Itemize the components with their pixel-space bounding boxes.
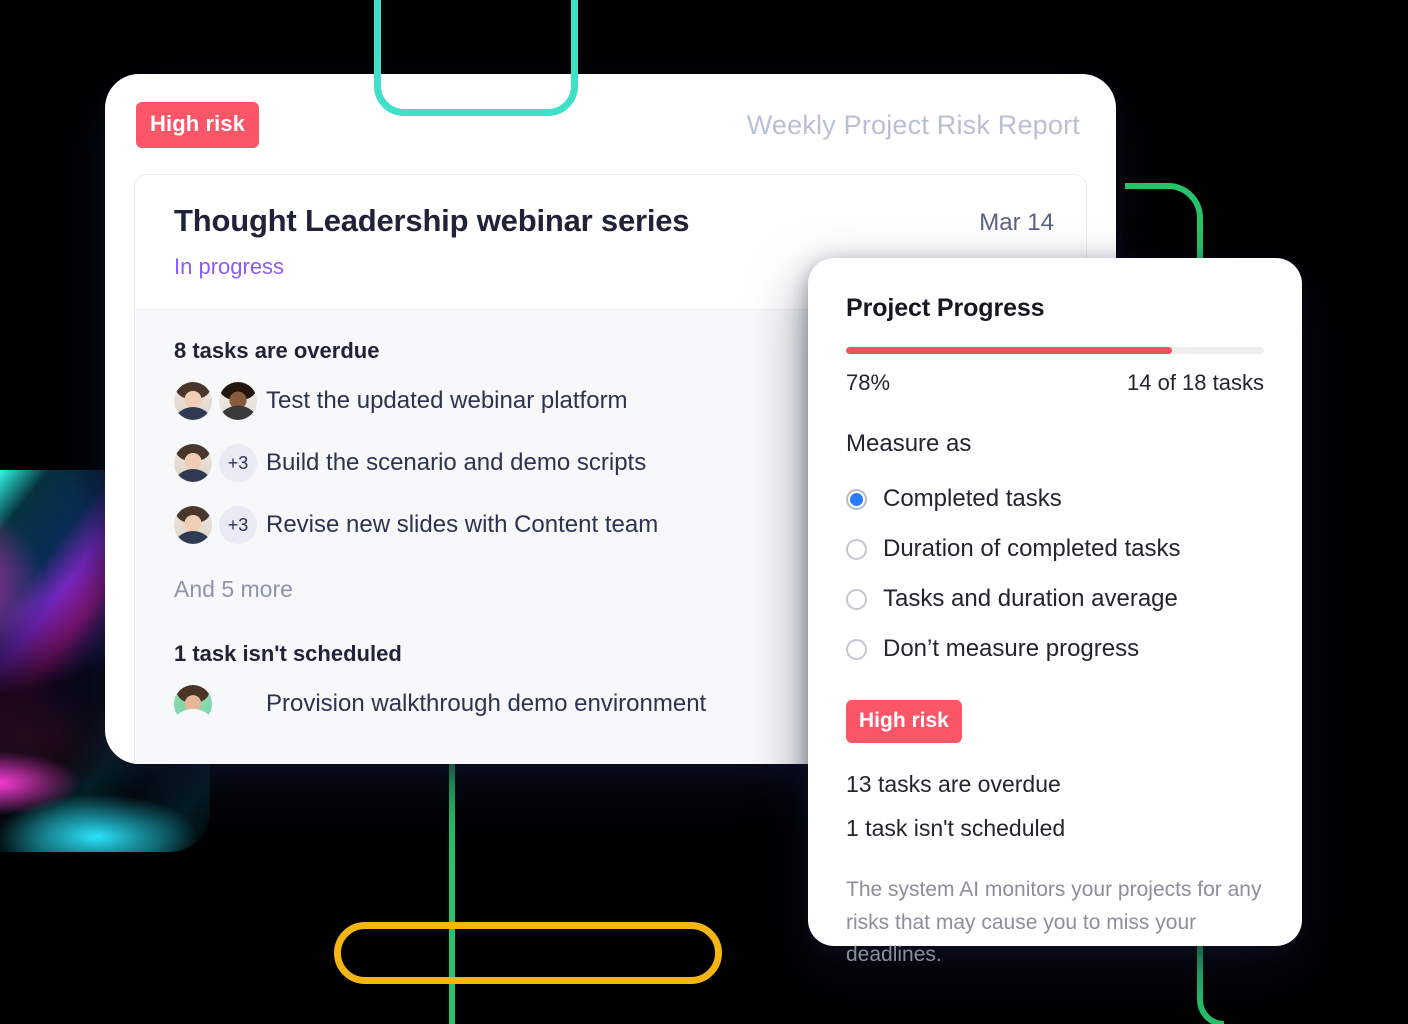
- avatar-overflow-count: +3: [219, 444, 257, 482]
- radio-option-duration-of-completed-tasks[interactable]: Duration of completed tasks: [846, 524, 1264, 574]
- task-name[interactable]: Provision walkthrough demo environment: [266, 690, 814, 718]
- avatar: [219, 382, 257, 420]
- screenshot-stage: High risk Weekly Project Risk Report Tho…: [0, 0, 1408, 1024]
- overdue-tasks-stat: 13 tasks are overdue: [846, 771, 1061, 797]
- ai-monitoring-note: The system AI monitors your projects for…: [846, 878, 1262, 967]
- assignee-avatars: +3: [174, 444, 266, 482]
- panel-title: Project Progress: [846, 294, 1045, 322]
- project-progress-panel: Project Progress 78% 14 of 18 tasks Meas…: [808, 258, 1302, 966]
- avatar-overflow-count: +3: [219, 506, 257, 544]
- radio-icon[interactable]: [846, 488, 867, 510]
- radio-option-label: Don’t measure progress: [883, 635, 1140, 662]
- task-name[interactable]: Revise new slides with Content team: [266, 511, 814, 539]
- decorative-yellow-rounded-rect: [334, 922, 722, 984]
- avatar: [174, 444, 212, 482]
- assignee-avatars: [174, 382, 266, 420]
- radio-option-label: Tasks and duration average: [883, 585, 1178, 612]
- project-status: In progress: [174, 253, 285, 279]
- progress-bar: [846, 347, 1264, 354]
- status-badge-high-risk[interactable]: High risk: [136, 102, 260, 148]
- progress-tasks-count: 14 of 18 tasks: [1127, 370, 1264, 395]
- radio-option-label: Duration of completed tasks: [883, 535, 1181, 562]
- page-title: Weekly Project Risk Report: [746, 109, 1080, 140]
- radio-icon[interactable]: [846, 538, 867, 560]
- assignee-avatars: [174, 685, 266, 723]
- assignee-avatars: +3: [174, 506, 266, 544]
- radio-icon[interactable]: [846, 638, 867, 660]
- radio-icon[interactable]: [846, 588, 867, 610]
- progress-percent-value: 78%: [846, 370, 891, 395]
- task-name[interactable]: Test the updated webinar platform: [266, 387, 814, 415]
- radio-option-dont-measure-progress[interactable]: Don’t measure progress: [846, 624, 1264, 674]
- radio-option-completed-tasks[interactable]: Completed tasks: [846, 474, 1264, 524]
- project-name[interactable]: Thought Leadership webinar series: [174, 203, 690, 240]
- progress-legend: 78% 14 of 18 tasks: [846, 370, 1264, 396]
- measure-as-radio-group[interactable]: Completed tasks Duration of completed ta…: [846, 474, 1264, 674]
- avatar: [174, 382, 212, 420]
- task-name[interactable]: Build the scenario and demo scripts: [266, 449, 814, 477]
- radio-option-tasks-and-duration-average[interactable]: Tasks and duration average: [846, 574, 1264, 624]
- avatar: [174, 506, 212, 544]
- measure-as-label: Measure as: [846, 430, 972, 457]
- project-identity: Thought Leadership webinar series In pro…: [174, 203, 690, 280]
- progress-bar-fill: [846, 347, 1173, 354]
- avatar: [174, 685, 212, 723]
- decorative-green-line-segment: [449, 760, 455, 1024]
- project-due-date: Mar 14: [979, 209, 1054, 236]
- unscheduled-tasks-stat: 1 task isn't scheduled: [846, 815, 1066, 841]
- radio-option-label: Completed tasks: [883, 485, 1062, 512]
- report-header: High risk Weekly Project Risk Report: [105, 74, 1116, 160]
- status-badge-high-risk[interactable]: High risk: [846, 700, 962, 743]
